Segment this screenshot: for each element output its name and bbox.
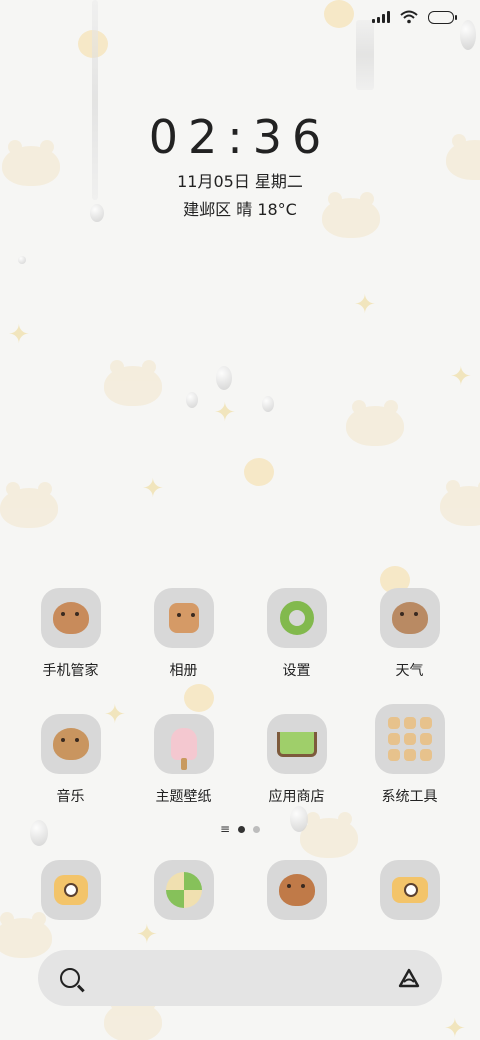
- weather-capybara-icon: [379, 588, 440, 648]
- camera-icon: [40, 860, 101, 920]
- battery-icon: [428, 10, 457, 24]
- weather-summary: 建邺区 晴 18°C: [183, 200, 297, 219]
- app-folder-system-tools[interactable]: 系统工具: [360, 704, 460, 806]
- clock-time: 02:36: [148, 110, 332, 164]
- clock-widget[interactable]: 02:36 11月05日 星期二 建邺区 晴 18°C: [0, 110, 480, 220]
- app-label: 相册: [169, 663, 198, 679]
- signal-icon: [372, 11, 390, 23]
- phone-radio-icon: [379, 860, 440, 920]
- dock-browser[interactable]: [134, 860, 234, 920]
- page-dot: [253, 825, 261, 833]
- wifi-icon: [400, 10, 418, 24]
- shopping-cart-icon: [266, 714, 327, 774]
- app-label: 音乐: [56, 789, 85, 805]
- app-label: 应用商店: [268, 789, 325, 805]
- search-bar[interactable]: [38, 950, 442, 1006]
- app-label: 设置: [282, 663, 311, 679]
- app-phone-manager[interactable]: 手机管家: [21, 588, 121, 680]
- app-settings[interactable]: 设置: [247, 588, 347, 680]
- page-list-icon: ≡: [219, 822, 231, 836]
- app-label: 系统工具: [381, 789, 438, 805]
- settings-donut-icon: [266, 588, 327, 648]
- tools-folder-icon: [374, 704, 445, 774]
- app-grid: 手机管家 相册 设置 天气 音乐 主题壁纸 应用商店 系统工具: [0, 588, 480, 840]
- app-label: 手机管家: [42, 663, 99, 679]
- app-label: 主题壁纸: [155, 789, 212, 805]
- app-weather[interactable]: 天气: [360, 588, 460, 680]
- assistant-icon[interactable]: [398, 968, 420, 988]
- app-music[interactable]: 音乐: [21, 714, 121, 806]
- photo-album-icon: [153, 588, 214, 648]
- browser-globe-icon: [153, 860, 214, 920]
- messages-capybara-icon: [266, 860, 327, 920]
- app-store[interactable]: 应用商店: [247, 714, 347, 806]
- search-icon[interactable]: [60, 968, 80, 988]
- dock-messages[interactable]: [247, 860, 347, 920]
- dock-phone[interactable]: [360, 860, 460, 920]
- app-label: 天气: [395, 663, 424, 679]
- clock-date: 11月05日 星期二: [177, 172, 303, 191]
- app-themes[interactable]: 主题壁纸: [134, 714, 234, 806]
- dock-camera[interactable]: [21, 860, 121, 920]
- status-bar: [372, 10, 457, 24]
- capybara-shield-icon: [40, 588, 101, 648]
- page-indicator[interactable]: ≡: [0, 822, 480, 836]
- page-dot-active: [238, 825, 246, 833]
- popsicle-theme-icon: [153, 714, 214, 774]
- app-gallery[interactable]: 相册: [134, 588, 234, 680]
- dock: [0, 860, 480, 920]
- music-capybara-icon: [40, 714, 101, 774]
